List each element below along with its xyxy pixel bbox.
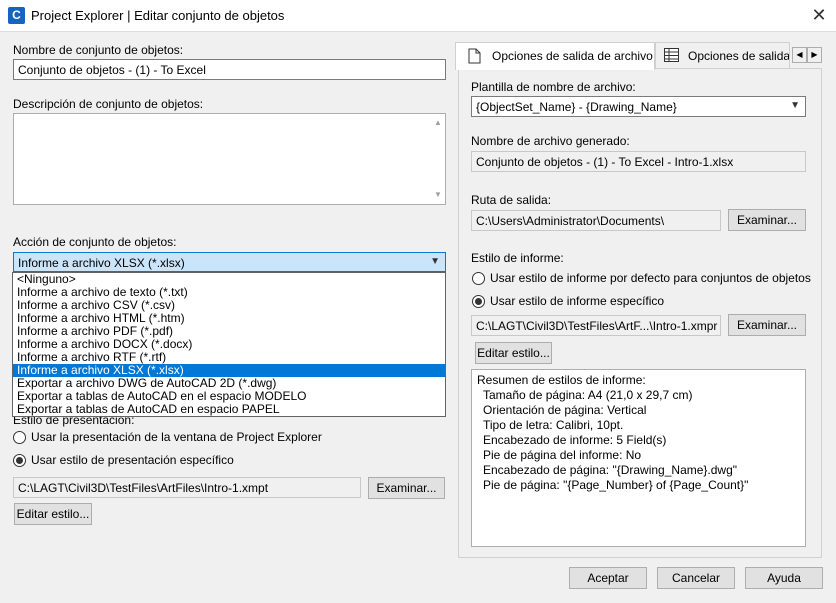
- generated-filename-label: Nombre de archivo generado:: [471, 134, 630, 148]
- report-default-label[interactable]: Usar estilo de informe por defecto para …: [490, 271, 811, 285]
- tab-scroll-left-icon[interactable]: ◀: [792, 47, 807, 63]
- report-edit-style-button[interactable]: Editar estilo...: [475, 342, 552, 364]
- help-button[interactable]: Ayuda: [745, 567, 823, 589]
- summary-line: Encabezado de página: "{Drawing_Name}.dw…: [483, 463, 738, 477]
- dropdown-option[interactable]: Exportar a tablas de AutoCAD en espacio …: [13, 403, 445, 416]
- description-scrollbar[interactable]: ▲ ▼: [431, 114, 445, 204]
- output-path-field: C:\Users\Administrator\Documents\: [471, 210, 721, 231]
- summary-line: Orientación de página: Vertical: [483, 403, 647, 417]
- action-dropdown-list[interactable]: <Ninguno> Informe a archivo de texto (*.…: [12, 272, 446, 417]
- report-style-browse-button[interactable]: Examinar...: [728, 314, 806, 336]
- document-icon: [468, 48, 481, 67]
- report-style-label: Estilo de informe:: [471, 251, 564, 265]
- filename-template-value: {ObjectSet_Name} - {Drawing_Name}: [476, 100, 677, 114]
- report-specific-label[interactable]: Usar estilo de informe específico: [490, 294, 664, 308]
- object-set-action-combo[interactable]: Informe a archivo XLSX (*.xlsx) ▼: [13, 252, 446, 272]
- summary-line: Tamaño de página: A4 (21,0 x 29,7 cm): [483, 388, 693, 402]
- window-title: Project Explorer | Editar conjunto de ob…: [31, 8, 285, 23]
- tab-output-label: Opciones de salida: [688, 49, 790, 63]
- report-style-path-field: C:\LAGT\Civil3D\TestFiles\ArtF...\Intro-…: [471, 315, 721, 336]
- file-output-panel: Plantilla de nombre de archivo: {ObjectS…: [458, 68, 822, 558]
- table-icon: [664, 48, 679, 65]
- scroll-up-icon[interactable]: ▲: [431, 116, 445, 130]
- object-set-description-label: Descripción de conjunto de objetos:: [13, 97, 204, 111]
- object-set-name-label: Nombre de conjunto de objetos:: [13, 43, 184, 57]
- accept-button[interactable]: Aceptar: [569, 567, 647, 589]
- presentation-edit-style-button[interactable]: Editar estilo...: [14, 503, 92, 525]
- chevron-down-icon: ▼: [430, 256, 440, 267]
- presentation-browse-button[interactable]: Examinar...: [368, 477, 445, 499]
- cancel-button[interactable]: Cancelar: [657, 567, 735, 589]
- summary-line: Pie de página del informe: No: [483, 448, 642, 462]
- summary-line: Tipo de letra: Calibri, 10pt.: [483, 418, 624, 432]
- scroll-down-icon[interactable]: ▼: [431, 188, 445, 202]
- tab-strip: Opciones de salida de archivo Opciones d…: [455, 42, 825, 70]
- object-set-description-input[interactable]: ▲ ▼: [13, 113, 446, 205]
- report-style-summary: Resumen de estilos de informe: Tamaño de…: [471, 369, 806, 547]
- presentation-specific-radio[interactable]: [13, 454, 26, 467]
- tab-scroll-right-icon[interactable]: ▶: [807, 47, 822, 63]
- object-set-action-label: Acción de conjunto de objetos:: [13, 235, 177, 249]
- presentation-default-radio[interactable]: [13, 431, 26, 444]
- presentation-path-field: C:\LAGT\Civil3D\TestFiles\ArtFiles\Intro…: [13, 477, 361, 498]
- action-selected-value: Informe a archivo XLSX (*.xlsx): [18, 256, 185, 270]
- app-icon: C: [8, 7, 25, 24]
- presentation-specific-label[interactable]: Usar estilo de presentación específico: [31, 453, 234, 467]
- output-path-browse-button[interactable]: Examinar...: [728, 209, 806, 231]
- tab-output-options[interactable]: Opciones de salida: [655, 42, 790, 69]
- filename-template-label: Plantilla de nombre de archivo:: [471, 80, 636, 94]
- presentation-default-label[interactable]: Usar la presentación de la ventana de Pr…: [31, 430, 322, 444]
- summary-line: Encabezado de informe: 5 Field(s): [483, 433, 667, 447]
- report-specific-radio[interactable]: [472, 295, 485, 308]
- close-icon[interactable]: ✕: [806, 4, 832, 28]
- report-default-radio[interactable]: [472, 272, 485, 285]
- output-path-label: Ruta de salida:: [471, 193, 552, 207]
- tab-file-output-label: Opciones de salida de archivo: [492, 49, 653, 63]
- summary-title: Resumen de estilos de informe:: [477, 373, 646, 387]
- filename-template-combo[interactable]: {ObjectSet_Name} - {Drawing_Name} ▼: [471, 96, 806, 117]
- summary-line: Pie de página: "{Page_Number} of {Page_C…: [483, 478, 749, 492]
- tab-file-output-options[interactable]: Opciones de salida de archivo: [455, 42, 655, 70]
- chevron-down-icon: ▼: [790, 100, 800, 111]
- generated-filename-field: Conjunto de objetos - (1) - To Excel - I…: [471, 151, 806, 172]
- object-set-name-input[interactable]: Conjunto de objetos - (1) - To Excel: [13, 59, 446, 80]
